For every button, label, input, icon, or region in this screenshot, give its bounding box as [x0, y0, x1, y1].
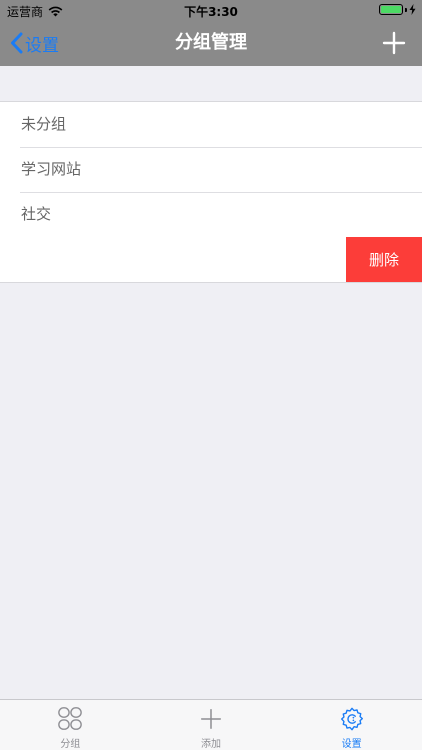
tab-bar: 分组 添加 设置 — [0, 699, 422, 750]
plus-icon — [200, 708, 222, 730]
add-group-button[interactable] — [380, 29, 408, 57]
tab-label: 分组 — [60, 739, 81, 750]
tab-settings[interactable]: 设置 — [281, 700, 422, 750]
battery-fill — [381, 6, 401, 13]
battery-tip — [405, 7, 407, 12]
delete-button-label: 删除 — [368, 251, 399, 269]
battery-icon — [379, 4, 403, 15]
status-bar: 运营商 下午3:30 — [0, 0, 422, 20]
page-title: 分组管理 — [175, 32, 247, 53]
tab-add[interactable]: 添加 — [141, 700, 282, 750]
group-list: 未分组 学习网站 社交 娱乐 删除 — [0, 101, 422, 283]
charging-bolt-icon — [409, 4, 416, 15]
back-button[interactable]: 设置 — [10, 20, 59, 66]
chevron-left-icon — [11, 32, 23, 54]
list-item-swiped[interactable]: 娱乐 删除 — [0, 237, 422, 282]
status-time: 下午3:30 — [184, 5, 238, 19]
delete-button[interactable]: 删除 — [346, 237, 422, 282]
tab-label: 添加 — [201, 739, 221, 750]
list-item[interactable]: 学习网站 — [0, 147, 422, 192]
list-item[interactable]: 社交 — [0, 192, 422, 237]
gear-icon — [340, 707, 363, 731]
back-button-label: 设置 — [25, 35, 59, 56]
swiped-row-content[interactable]: 娱乐 — [0, 237, 346, 282]
group-label: 学习网站 — [21, 160, 82, 178]
grid-icon — [58, 707, 83, 730]
plus-icon — [382, 31, 406, 55]
navigation-bar: 设置 分组管理 — [0, 20, 422, 66]
tab-groups[interactable]: 分组 — [0, 700, 141, 750]
list-item[interactable]: 未分组 — [0, 102, 422, 147]
battery-indicator — [379, 4, 416, 15]
group-label: 社交 — [21, 205, 52, 223]
group-label: 未分组 — [21, 115, 67, 133]
tab-label: 设置 — [341, 739, 362, 750]
